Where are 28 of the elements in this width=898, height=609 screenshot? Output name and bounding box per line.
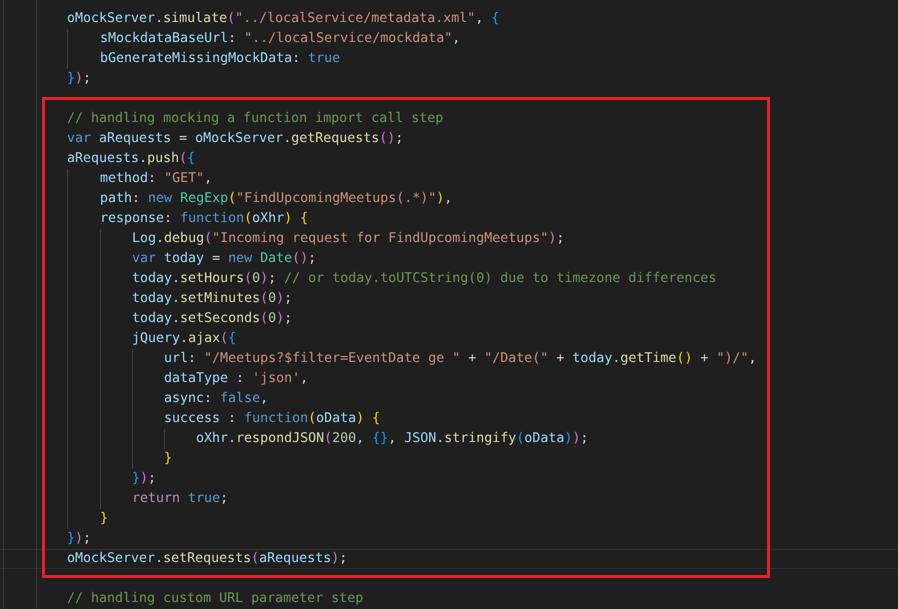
code-line: jQuery.ajax({ <box>132 330 236 348</box>
code-line: } <box>100 510 108 528</box>
code-line: // handling custom URL parameter step <box>67 590 364 608</box>
code-line: oMockServer.setRequests(aRequests); <box>67 550 348 568</box>
code-line: method: "GET", <box>100 170 212 188</box>
code-line: var aRequests = oMockServer.getRequests(); <box>67 130 404 148</box>
code-line: async: false, <box>164 390 268 408</box>
code-line: dataType : 'json', <box>164 370 308 388</box>
code-line: var today = new Date(); <box>132 250 316 268</box>
code-line: url: "/Meetups?$filter=EventDate ge " + "/Date(" + today.getTime() + ")/", <box>164 350 757 368</box>
code-line: aRequests.push({ <box>67 150 196 168</box>
code-line: success : function(oData) { <box>164 410 380 428</box>
code-line: today.setHours(0); // or today.toUTCString(0) due to timezone differences <box>132 270 716 288</box>
code-line: bGenerateMissingMockData: true <box>100 50 340 68</box>
code-line: today.setSeconds(0); <box>132 310 292 328</box>
code-line: sMockdataBaseUrl: "../localService/mockdata", <box>100 30 460 48</box>
code-line: oXhr.respondJSON(200, {}, JSON.stringify(oData)); <box>196 430 588 448</box>
code-line: } <box>164 450 172 468</box>
code-line: }); <box>67 70 92 88</box>
code-line: // handling mocking a function import call step <box>67 110 444 128</box>
code-line: today.setMinutes(0); <box>132 290 292 308</box>
code-line: response: function(oXhr) { <box>100 210 308 228</box>
code-line: }); <box>67 530 92 548</box>
code-line: Log.debug("Incoming request for FindUpcomingMeetups"); <box>132 230 564 248</box>
code-line: }); <box>132 470 156 488</box>
code-line: return true; <box>132 490 228 508</box>
code-line: oMockServer.simulate("../localService/metadata.xml", { <box>67 10 500 28</box>
code-line: path: new RegExp("FindUpcomingMeetups(.*)"), <box>100 190 452 208</box>
